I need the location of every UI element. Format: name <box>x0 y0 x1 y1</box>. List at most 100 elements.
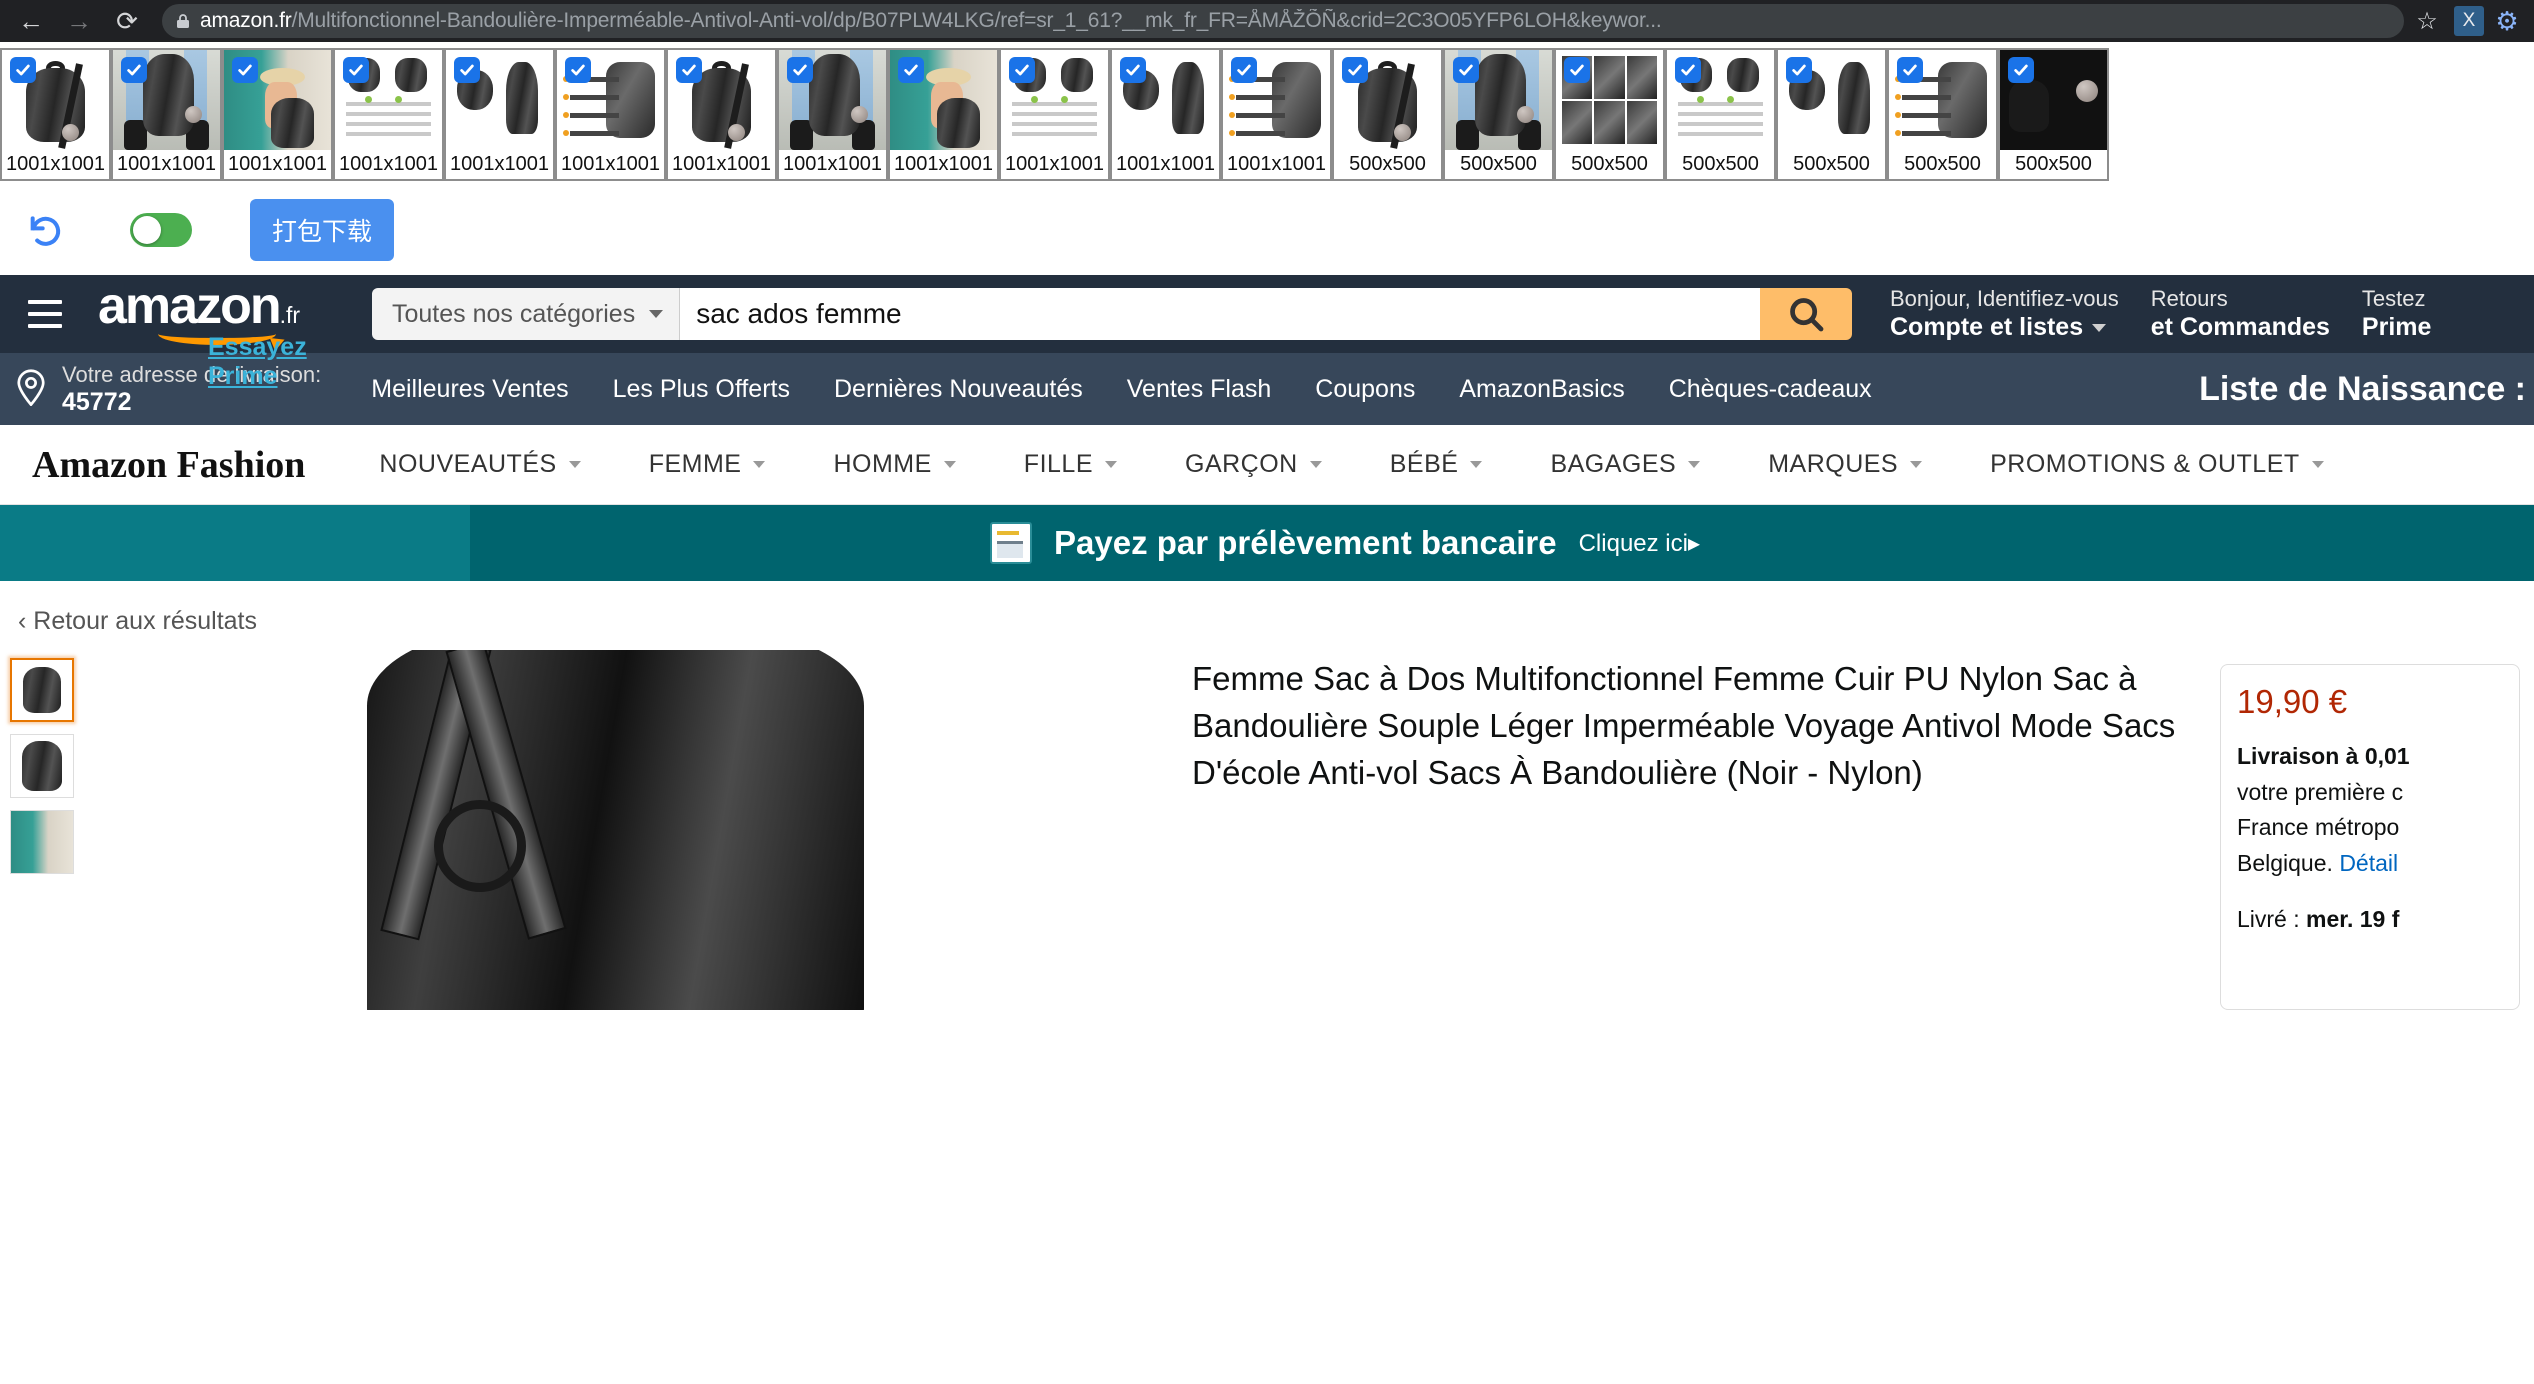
thumbnail-checkbox[interactable] <box>454 57 480 83</box>
thumbnail-checkbox[interactable] <box>1009 57 1035 83</box>
thumbnail-checkbox[interactable] <box>1120 57 1146 83</box>
download-zip-button[interactable]: 打包下载 <box>250 199 395 261</box>
thumbnail-cell[interactable]: 500x500 <box>1887 48 1998 181</box>
thumbnail-image[interactable] <box>113 50 220 150</box>
try-prime[interactable]: Testez Prime <box>2346 285 2447 344</box>
hamburger-menu-icon[interactable] <box>14 283 76 345</box>
thumbnail-cell[interactable]: 1001x1001 <box>444 48 555 181</box>
thumbnail-checkbox[interactable] <box>1897 57 1923 83</box>
subnav-link[interactable]: Coupons <box>1293 375 1437 404</box>
thumbnail-image[interactable] <box>1889 50 1996 150</box>
forward-button[interactable]: → <box>58 0 100 42</box>
thumbnail-checkbox[interactable] <box>2008 57 2034 83</box>
back-button[interactable]: ← <box>10 0 52 42</box>
subnav-link[interactable]: Meilleures Ventes <box>349 375 590 404</box>
thumbnail-cell[interactable]: 1001x1001 <box>999 48 1110 181</box>
fashion-nav-item[interactable]: PROMOTIONS & OUTLET <box>1956 450 2358 479</box>
fashion-nav-item[interactable]: NOUVEAUTÉS <box>345 450 614 479</box>
thumbnail-image[interactable] <box>668 50 775 150</box>
thumbnail-image[interactable] <box>335 50 442 150</box>
thumbnail-image[interactable] <box>2 50 109 150</box>
thumbnail-cell[interactable]: 500x500 <box>1776 48 1887 181</box>
thumbnail-cell[interactable]: 1001x1001 <box>888 48 999 181</box>
bookmark-star-icon[interactable]: ☆ <box>2410 7 2444 36</box>
thumbnail-checkbox[interactable] <box>676 57 702 83</box>
thumbnail-image[interactable] <box>1334 50 1441 150</box>
subnav-link[interactable]: Les Plus Offerts <box>591 375 812 404</box>
subnav-link[interactable]: Chèques-cadeaux <box>1647 375 1894 404</box>
thumbnail-cell[interactable]: 500x500 <box>1665 48 1776 181</box>
fashion-nav-item[interactable]: BÉBÉ <box>1356 450 1517 479</box>
fashion-nav-item[interactable]: FEMME <box>615 450 800 479</box>
thumbnail-image[interactable] <box>2000 50 2107 150</box>
select-all-toggle[interactable] <box>130 213 192 247</box>
product-hero-image[interactable] <box>86 650 1166 1010</box>
thumbnail-checkbox[interactable] <box>1342 57 1368 83</box>
thumbnail-checkbox[interactable] <box>1786 57 1812 83</box>
account-greeting[interactable]: Bonjour, Identifiez-vous Compte et liste… <box>1874 285 2135 344</box>
thumbnail-image[interactable] <box>1667 50 1774 150</box>
product-thumbnail[interactable] <box>10 734 74 798</box>
thumbnail-image[interactable] <box>1556 50 1663 150</box>
subnav-link[interactable]: Dernières Nouveautés <box>812 375 1105 404</box>
thumbnail-checkbox[interactable] <box>10 57 36 83</box>
returns-orders[interactable]: Retours et Commandes <box>2135 285 2346 344</box>
thumbnail-image[interactable] <box>224 50 331 150</box>
thumbnail-checkbox[interactable] <box>1675 57 1701 83</box>
thumbnail-checkbox[interactable] <box>121 57 147 83</box>
undo-icon[interactable] <box>0 210 92 250</box>
reload-button[interactable]: ⟳ <box>106 0 148 42</box>
search-category-dropdown[interactable]: Toutes nos catégories <box>372 288 681 340</box>
subnav-promo[interactable]: Liste de Naissance : <box>2199 370 2534 409</box>
essayez-prime-link[interactable]: Essayez Prime <box>208 333 338 391</box>
thumbnail-cell[interactable]: 500x500 <box>1443 48 1554 181</box>
thumbnail-cell[interactable]: 1001x1001 <box>0 48 111 181</box>
thumbnail-checkbox[interactable] <box>343 57 369 83</box>
thumbnail-checkbox[interactable] <box>232 57 258 83</box>
thumbnail-checkbox[interactable] <box>1453 57 1479 83</box>
extensions-puzzle-icon[interactable]: ⚙ <box>2490 6 2524 37</box>
thumbnail-cell[interactable]: 1001x1001 <box>222 48 333 181</box>
fashion-nav-item[interactable]: HOMME <box>799 450 989 479</box>
banner-cta-link[interactable]: Cliquez ici▸ <box>1579 529 1700 558</box>
thumbnail-image[interactable] <box>890 50 997 150</box>
thumbnail-cell[interactable]: 1001x1001 <box>777 48 888 181</box>
thumbnail-image[interactable] <box>779 50 886 150</box>
payment-banner[interactable]: Payez par prélèvement bancaire Cliquez i… <box>0 505 2534 581</box>
thumbnail-checkbox[interactable] <box>1231 57 1257 83</box>
product-thumbnail[interactable] <box>10 810 74 874</box>
thumbnail-checkbox[interactable] <box>787 57 813 83</box>
thumbnail-checkbox[interactable] <box>1564 57 1590 83</box>
thumbnail-cell[interactable]: 1001x1001 <box>1110 48 1221 181</box>
search-input[interactable] <box>680 288 1760 340</box>
thumbnail-checkbox[interactable] <box>898 57 924 83</box>
thumbnail-cell[interactable]: 500x500 <box>1554 48 1665 181</box>
address-bar[interactable]: amazon.fr/Multifonctionnel-Bandoulière-I… <box>162 4 2404 38</box>
thumbnail-cell[interactable]: 1001x1001 <box>111 48 222 181</box>
subnav-link[interactable]: Ventes Flash <box>1105 375 1294 404</box>
subnav-link[interactable]: AmazonBasics <box>1437 375 1646 404</box>
thumbnail-cell[interactable]: 500x500 <box>1998 48 2109 181</box>
amazon-logo[interactable]: amazon.fr Essayez Prime <box>98 280 338 390</box>
search-submit-button[interactable] <box>1760 288 1852 340</box>
fashion-nav-item[interactable]: GARÇON <box>1151 450 1356 479</box>
thumbnail-cell[interactable]: 500x500 <box>1332 48 1443 181</box>
thumbnail-checkbox[interactable] <box>565 57 591 83</box>
thumbnail-cell[interactable]: 1001x1001 <box>333 48 444 181</box>
thumbnail-image[interactable] <box>1223 50 1330 150</box>
thumbnail-image[interactable] <box>1001 50 1108 150</box>
thumbnail-image[interactable] <box>557 50 664 150</box>
thumbnail-image[interactable] <box>446 50 553 150</box>
thumbnail-cell[interactable]: 1001x1001 <box>555 48 666 181</box>
thumbnail-image[interactable] <box>1112 50 1219 150</box>
thumbnail-image[interactable] <box>1778 50 1885 150</box>
fashion-nav-item[interactable]: FILLE <box>990 450 1151 479</box>
back-to-results-link[interactable]: ‹ Retour aux résultats <box>0 581 2534 650</box>
product-thumbnail[interactable] <box>10 658 74 722</box>
thumbnail-image[interactable] <box>1445 50 1552 150</box>
thumbnail-cell[interactable]: 1001x1001 <box>666 48 777 181</box>
fashion-nav-item[interactable]: BAGAGES <box>1516 450 1734 479</box>
shipping-details-link[interactable]: Détail <box>2339 850 2398 876</box>
fashion-nav-item[interactable]: MARQUES <box>1734 450 1956 479</box>
extension-badge-icon[interactable]: X <box>2454 6 2484 36</box>
